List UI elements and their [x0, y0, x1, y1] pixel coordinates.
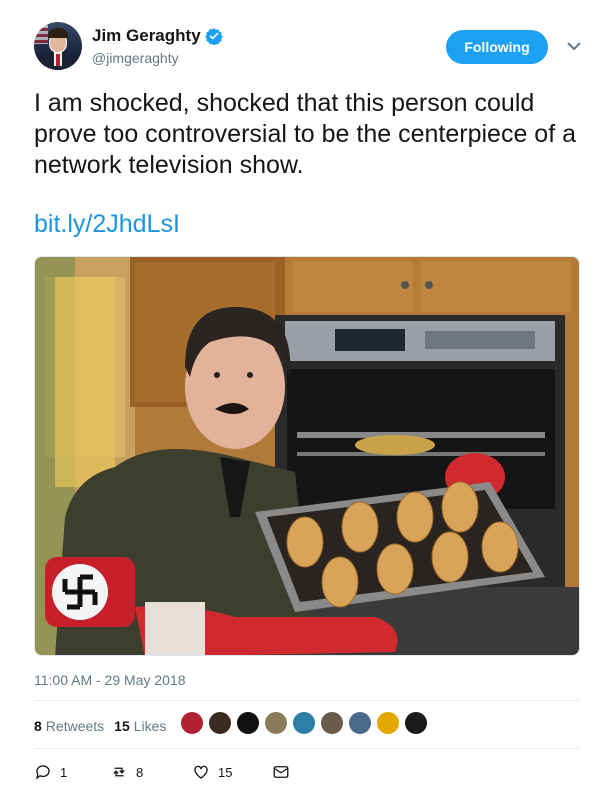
chevron-down-icon[interactable]: [566, 38, 582, 54]
reply-icon: [35, 765, 50, 780]
tweet-photo[interactable]: [34, 256, 580, 656]
liker-avatar[interactable]: [376, 711, 400, 735]
author-handle[interactable]: @jimgeraghty: [92, 50, 179, 66]
like-action[interactable]: 15: [192, 763, 232, 781]
liker-avatar[interactable]: [320, 711, 344, 735]
envelope-icon: [273, 766, 289, 778]
author-name-row[interactable]: Jim Geraghty: [92, 26, 223, 46]
retweets-count: 8: [34, 718, 42, 734]
divider: [34, 748, 580, 749]
likes-stat[interactable]: 15 Likes: [114, 718, 166, 734]
retweet-action[interactable]: 8: [110, 763, 143, 781]
reply-count: 1: [60, 764, 68, 780]
tweet-header: Jim Geraghty @jimgeraghty Following: [34, 22, 594, 78]
retweets-label: Retweets: [45, 718, 105, 734]
retweet-count: 8: [136, 764, 144, 780]
tweet-text: I am shocked, shocked that this person c…: [34, 89, 576, 179]
engagement-stats: 8 Retweets 15 Likes: [34, 712, 176, 740]
liker-avatar[interactable]: [264, 711, 288, 735]
like-count: 15: [218, 764, 233, 780]
liker-avatars: [180, 711, 432, 735]
liker-avatar[interactable]: [292, 711, 316, 735]
liker-avatar[interactable]: [404, 711, 428, 735]
divider: [34, 700, 580, 701]
liker-avatar[interactable]: [208, 711, 232, 735]
author-display-name[interactable]: Jim Geraghty: [92, 26, 201, 46]
tweet-link[interactable]: bit.ly/2JhdLsI: [34, 210, 180, 239]
following-button[interactable]: Following: [446, 30, 548, 64]
heart-icon: [194, 765, 208, 779]
reply-action[interactable]: 1: [34, 763, 67, 781]
likes-count: 15: [114, 718, 130, 734]
direct-message-action[interactable]: [272, 763, 298, 781]
likes-label: Likes: [133, 718, 167, 734]
liker-avatar[interactable]: [348, 711, 372, 735]
liker-avatar[interactable]: [180, 711, 204, 735]
author-avatar[interactable]: [34, 22, 82, 70]
tweet-timestamp[interactable]: 11:00 AM - 29 May 2018: [34, 672, 186, 688]
verified-badge-icon: [204, 28, 223, 45]
retweet-icon: [113, 767, 125, 777]
retweets-stat[interactable]: 8 Retweets: [34, 718, 104, 734]
liker-avatar[interactable]: [236, 711, 260, 735]
